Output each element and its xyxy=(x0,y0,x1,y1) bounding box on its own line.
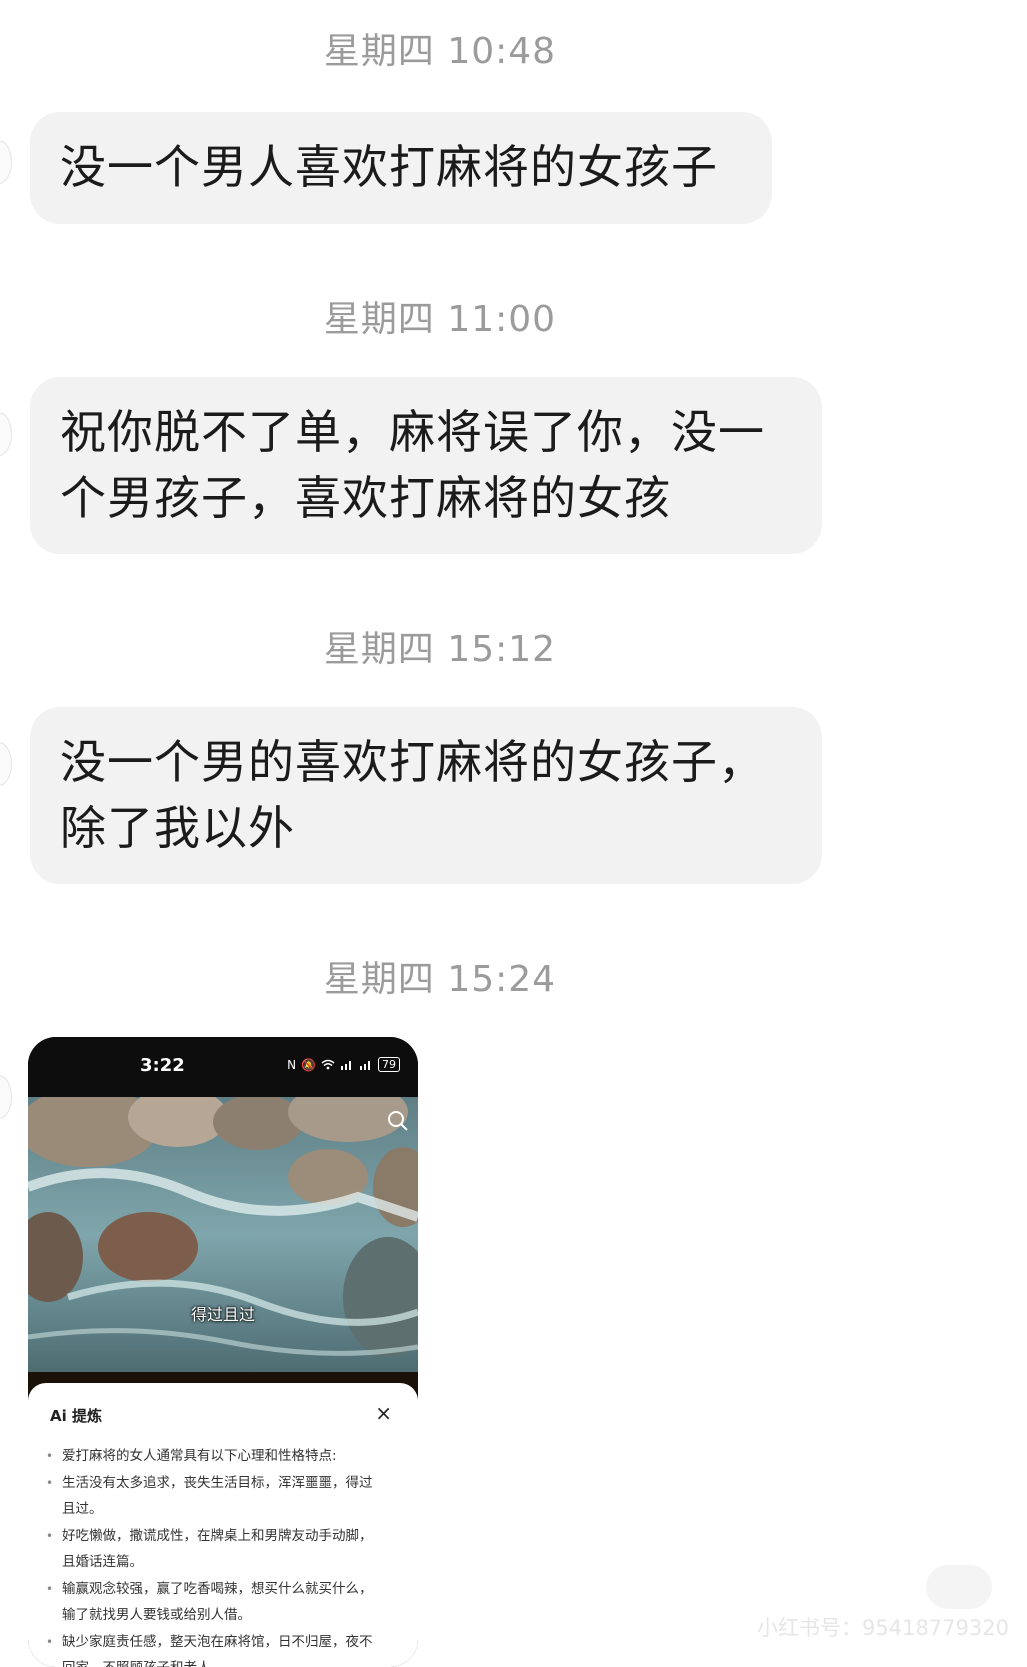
message-text: 没一个男人喜欢打麻将的女孩子 xyxy=(60,140,718,194)
image-message[interactable]: 3:22 N 🔕 79 xyxy=(28,1037,418,1667)
message-text: 没一个男的喜欢打麻将的女孩子，除了我以外 xyxy=(60,735,765,855)
message-bubble[interactable]: 没一个男人喜欢打麻将的女孩子 xyxy=(30,112,772,224)
search-icon[interactable] xyxy=(386,1109,410,1133)
timestamp: 星期四 11:00 xyxy=(0,290,880,342)
close-icon[interactable]: × xyxy=(375,1401,392,1425)
panel-title: Ai 提炼 xyxy=(50,1405,102,1426)
summary-list: 爱打麻将的女人通常具有以下心理和性格特点: 生活没有太多追求，丧失生活目标，浑浑… xyxy=(46,1443,376,1667)
phone-status-bar: 3:22 N 🔕 79 xyxy=(28,1037,418,1097)
list-item: 爱打麻将的女人通常具有以下心理和性格特点: xyxy=(46,1443,376,1470)
watermark: 小红书号：95418779320 xyxy=(757,1612,1009,1642)
avatar[interactable] xyxy=(0,412,12,456)
watermark-logo xyxy=(926,1565,992,1609)
avatar[interactable] xyxy=(0,140,12,184)
status-icons: N 🔕 79 xyxy=(287,1057,400,1072)
timestamp: 星期四 15:12 xyxy=(0,620,880,672)
status-time: 3:22 xyxy=(140,1055,185,1076)
battery-icon: 79 xyxy=(378,1057,400,1072)
avatar[interactable] xyxy=(0,1075,12,1119)
river-rocks-image xyxy=(28,1097,418,1372)
signal-icon xyxy=(359,1059,373,1070)
video-subtitle: 得过且过 xyxy=(28,1301,418,1325)
message-text: 祝你脱不了单，麻将误了你，没一个男孩子，喜欢打麻将的女孩 xyxy=(60,405,765,525)
timestamp: 星期四 15:24 xyxy=(0,950,880,1002)
wifi-icon xyxy=(321,1059,335,1070)
message-bubble[interactable]: 没一个男的喜欢打麻将的女孩子，除了我以外 xyxy=(30,707,822,884)
nfc-icon: N xyxy=(287,1058,296,1072)
ai-summary-panel: Ai 提炼 × 爱打麻将的女人通常具有以下心理和性格特点: 生活没有太多追求，丧… xyxy=(28,1383,418,1667)
list-item: 输赢观念较强，赢了吃香喝辣，想买什么就买什么，输了就找男人要钱或给别人借。 xyxy=(46,1576,376,1629)
message-bubble[interactable]: 祝你脱不了单，麻将误了你，没一个男孩子，喜欢打麻将的女孩 xyxy=(30,377,822,554)
list-item: 缺少家庭责任感，整天泡在麻将馆，日不归屋，夜不回家，不照顾孩子和老人。 xyxy=(46,1629,376,1667)
signal-icon xyxy=(340,1059,354,1070)
mute-icon: 🔕 xyxy=(301,1058,316,1072)
list-item: 好吃懒做，撒谎成性，在牌桌上和男牌友动手动脚，且婚话连篇。 xyxy=(46,1523,376,1576)
list-item: 生活没有太多追求，丧失生活目标，浑浑噩噩，得过且过。 xyxy=(46,1470,376,1523)
timestamp: 星期四 10:48 xyxy=(0,22,880,74)
avatar[interactable] xyxy=(0,742,12,786)
